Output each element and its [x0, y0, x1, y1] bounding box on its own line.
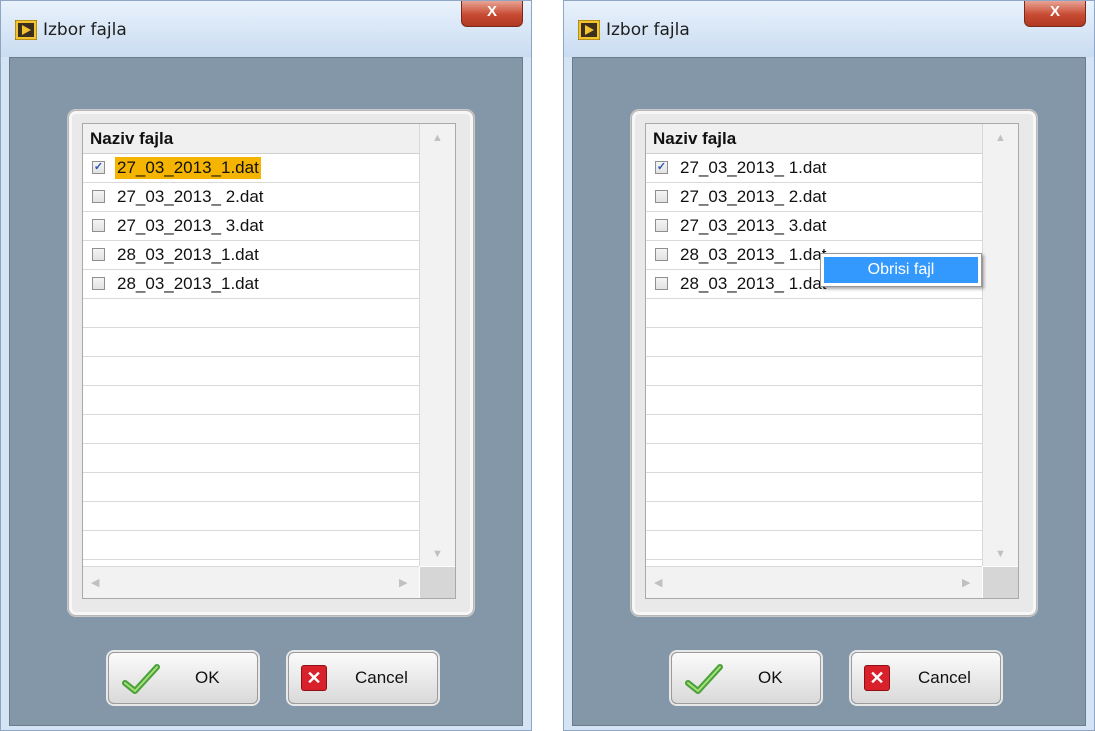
vertical-scrollbar[interactable]: ▲ ▼	[982, 124, 1018, 566]
checkmark-icon	[122, 664, 160, 694]
context-menu-item-delete-file[interactable]: Obrisi fajl	[824, 257, 978, 283]
ok-button-label: OK	[758, 668, 783, 687]
checkbox[interactable]	[92, 190, 105, 203]
checkmark-icon	[685, 664, 723, 694]
file-listbox[interactable]: Naziv fajla ✓ 27_03_2013_ 1.dat 27_03_20…	[645, 123, 1019, 599]
empty-row	[83, 299, 419, 328]
empty-row	[83, 473, 419, 502]
checkbox[interactable]: ✓	[655, 161, 668, 174]
context-menu: Obrisi fajl	[820, 253, 982, 287]
scroll-up-arrow-icon[interactable]: ▲	[995, 132, 1006, 144]
list-item[interactable]: 27_03_2013_ 3.dat	[646, 212, 982, 241]
scroll-down-arrow-icon[interactable]: ▼	[995, 548, 1006, 560]
window-title: Izbor fajla	[43, 20, 127, 40]
empty-row	[646, 386, 982, 415]
checkbox[interactable]	[655, 277, 668, 290]
column-header-file-name[interactable]: Naziv fajla	[83, 124, 419, 154]
checkbox[interactable]: ✓	[92, 161, 105, 174]
empty-row	[646, 502, 982, 531]
list-item[interactable]: 27_03_2013_ 3.dat	[83, 212, 419, 241]
window-title: Izbor fajla	[606, 20, 690, 40]
list-item-label: 28_03_2013_ 1.dat	[680, 274, 827, 293]
checkbox[interactable]	[655, 248, 668, 261]
empty-row	[83, 386, 419, 415]
checkbox[interactable]	[655, 219, 668, 232]
ok-button[interactable]: OK	[671, 652, 821, 704]
list-item[interactable]: 28_03_2013_1.dat	[83, 270, 419, 299]
list-item[interactable]: ✓ 27_03_2013_ 1.dat	[646, 154, 982, 183]
list-item-label: 27_03_2013_1.dat	[115, 157, 261, 179]
file-picker-window-1: Izbor fajla X Naziv fajla ✓ 27_03_2013_1…	[0, 0, 532, 731]
list-frame: Naziv fajla ✓ 27_03_2013_1.dat 27_03_201…	[68, 110, 474, 616]
list-item-label: 27_03_2013_ 1.dat	[680, 158, 827, 177]
horizontal-scrollbar[interactable]: ◀ ▶	[83, 566, 419, 598]
checkbox[interactable]	[92, 248, 105, 261]
ok-button[interactable]: OK	[108, 652, 258, 704]
checkbox[interactable]	[92, 277, 105, 290]
checkbox[interactable]	[655, 190, 668, 203]
list-item[interactable]: 28_03_2013_1.dat	[83, 241, 419, 270]
list-frame: Naziv fajla ✓ 27_03_2013_ 1.dat 27_03_20…	[631, 110, 1037, 616]
empty-row	[646, 444, 982, 473]
scroll-down-arrow-icon[interactable]: ▼	[432, 548, 443, 560]
scroll-right-arrow-icon[interactable]: ▶	[962, 576, 970, 589]
file-listbox[interactable]: Naziv fajla ✓ 27_03_2013_1.dat 27_03_201…	[82, 123, 456, 599]
scrollbar-corner	[983, 567, 1018, 598]
cancel-button-label: Cancel	[355, 668, 408, 687]
title-bar[interactable]: Izbor fajla X	[1, 1, 531, 57]
empty-row	[83, 357, 419, 386]
empty-row	[646, 328, 982, 357]
list-item-label: 28_03_2013_1.dat	[117, 245, 259, 264]
empty-row	[83, 444, 419, 473]
cancel-x-icon: ✕	[301, 665, 327, 691]
cancel-button-label: Cancel	[918, 668, 971, 687]
vertical-scrollbar[interactable]: ▲ ▼	[419, 124, 455, 566]
cancel-x-icon: ✕	[864, 665, 890, 691]
list-item-label: 28_03_2013_ 1.dat	[680, 245, 827, 264]
scroll-left-arrow-icon[interactable]: ◀	[91, 576, 99, 589]
ok-button-label: OK	[195, 668, 220, 687]
scroll-right-arrow-icon[interactable]: ▶	[399, 576, 407, 589]
labview-app-icon	[578, 20, 600, 40]
file-picker-window-2: Izbor fajla X Naziv fajla ✓ 27_03_2013_ …	[563, 0, 1095, 731]
labview-app-icon	[15, 20, 37, 40]
empty-row	[646, 473, 982, 502]
title-bar[interactable]: Izbor fajla X	[564, 1, 1094, 57]
scroll-left-arrow-icon[interactable]: ◀	[654, 576, 662, 589]
empty-row	[83, 531, 419, 560]
list-item[interactable]: ✓ 27_03_2013_1.dat	[83, 154, 419, 183]
empty-row	[646, 299, 982, 328]
empty-row	[83, 502, 419, 531]
empty-row	[83, 415, 419, 444]
close-button[interactable]: X	[1024, 1, 1086, 27]
column-header-file-name[interactable]: Naziv fajla	[646, 124, 982, 154]
cancel-button[interactable]: ✕ Cancel	[851, 652, 1001, 704]
list-item-label: 27_03_2013_ 3.dat	[117, 216, 264, 235]
checkbox[interactable]	[92, 219, 105, 232]
list-item-label: 27_03_2013_ 2.dat	[117, 187, 264, 206]
list-item-label: 27_03_2013_ 3.dat	[680, 216, 827, 235]
dialog-client-area: Naziv fajla ✓ 27_03_2013_ 1.dat 27_03_20…	[572, 57, 1086, 726]
empty-row	[646, 415, 982, 444]
scroll-up-arrow-icon[interactable]: ▲	[432, 132, 443, 144]
list-item[interactable]: 27_03_2013_ 2.dat	[646, 183, 982, 212]
dialog-client-area: Naziv fajla ✓ 27_03_2013_1.dat 27_03_201…	[9, 57, 523, 726]
list-item[interactable]: 27_03_2013_ 2.dat	[83, 183, 419, 212]
empty-row	[646, 357, 982, 386]
list-item-label: 28_03_2013_1.dat	[117, 274, 259, 293]
close-button[interactable]: X	[461, 1, 523, 27]
scrollbar-corner	[420, 567, 455, 598]
cancel-button[interactable]: ✕ Cancel	[288, 652, 438, 704]
empty-row	[83, 328, 419, 357]
horizontal-scrollbar[interactable]: ◀ ▶	[646, 566, 982, 598]
empty-row	[646, 531, 982, 560]
list-item-label: 27_03_2013_ 2.dat	[680, 187, 827, 206]
